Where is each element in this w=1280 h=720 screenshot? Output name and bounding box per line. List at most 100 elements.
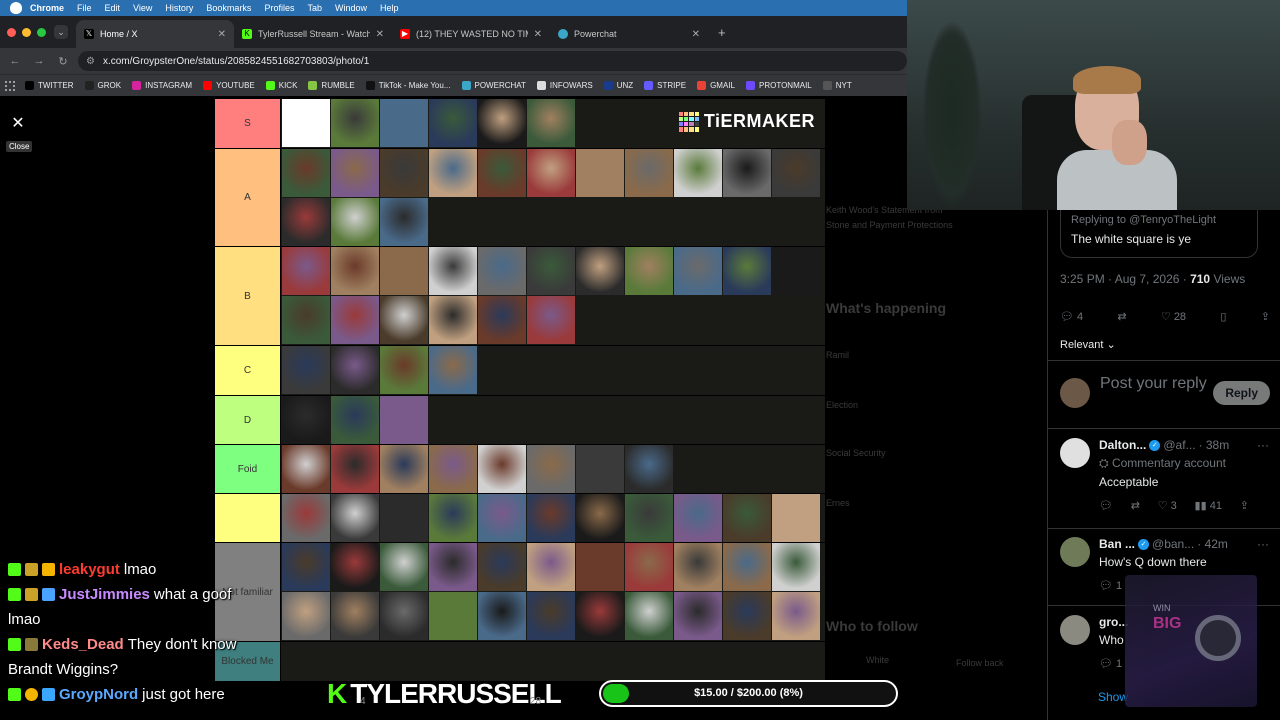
tier-label: C — [215, 346, 281, 395]
views-label: Views — [1210, 272, 1246, 286]
goal-text: $15.00 / $200.00 (8%) — [694, 687, 803, 699]
more-icon[interactable]: ··· — [1257, 537, 1269, 551]
bookmark-protonmail[interactable]: PROTONMAIL — [745, 81, 812, 90]
chevron-down-icon: ⌄ — [1103, 339, 1116, 351]
bookmark-youtube[interactable]: YOUTUBE — [203, 81, 255, 90]
faded-text: Stone and Payment Protections — [826, 220, 953, 230]
like-action[interactable]: ♡ 3 — [1158, 499, 1177, 512]
reply-button[interactable]: Reply — [1213, 381, 1270, 405]
bookmark-grok[interactable]: GROK — [84, 81, 121, 90]
chat-username[interactable]: JustJimmies — [59, 586, 150, 603]
close-viewer-icon[interactable]: ✕ — [9, 115, 27, 133]
faded-text: Ramil — [826, 350, 850, 360]
tab-powerchat[interactable]: Powerchat ✕ — [550, 20, 708, 48]
bookmark-unz[interactable]: UNZ — [603, 81, 633, 90]
kick-badge-icon — [8, 638, 21, 651]
new-tab-icon[interactable]: + — [718, 25, 726, 40]
avatar[interactable] — [1060, 537, 1090, 567]
bookmark-infowars[interactable]: INFOWARS — [536, 81, 593, 90]
reply-input[interactable]: Post your reply — [1100, 375, 1213, 411]
bookmark-favicon-icon — [25, 81, 34, 90]
menu-view[interactable]: View — [133, 3, 152, 13]
apps-grid-icon[interactable] — [5, 80, 15, 91]
forward-icon[interactable]: → — [30, 55, 48, 67]
close-tab-icon[interactable]: ✕ — [218, 29, 226, 40]
tab-youtube[interactable]: ▶ (12) THEY WASTED NO TIME ✕ — [392, 20, 550, 48]
repost-icon[interactable]: ⇄ — [1117, 310, 1126, 323]
menu-window[interactable]: Window — [335, 3, 367, 13]
share-icon[interactable]: ⇪ — [1240, 499, 1249, 512]
menu-profiles[interactable]: Profiles — [264, 3, 294, 13]
sort-dropdown[interactable]: Relevant ⌄ — [1060, 338, 1116, 351]
kick-badge-icon — [8, 588, 21, 601]
chat-username[interactable]: Keds_Dead — [42, 636, 124, 653]
like-action[interactable]: ♡ 28 — [1161, 310, 1186, 324]
tab-home-x[interactable]: 𝕏 Home / X ✕ — [76, 20, 234, 48]
close-tab-icon[interactable]: ✕ — [376, 29, 384, 40]
reply-icon: 💬︎ — [1060, 311, 1074, 323]
views-action[interactable]: ▮▮ 41 — [1195, 499, 1222, 512]
chat-username[interactable]: GroypNord — [59, 686, 138, 703]
ad-text: BIG — [1153, 615, 1182, 632]
share-icon[interactable]: ⇪ — [1261, 310, 1270, 323]
menu-history[interactable]: History — [165, 3, 193, 13]
bookmark-kick[interactable]: KICK — [265, 81, 297, 90]
bookmark-powerchat[interactable]: POWERCHAT — [461, 81, 526, 90]
bookmark-icon[interactable]: ▯ — [1220, 310, 1226, 323]
repost-icon[interactable]: ⇄ — [1131, 499, 1140, 512]
bookmark-gmail[interactable]: GMAIL — [697, 81, 735, 90]
minimize-window-icon[interactable] — [22, 27, 31, 37]
back-icon[interactable]: ← — [6, 55, 24, 67]
tier-item-image — [380, 396, 428, 444]
toolbar: ← → ↻ ⚙ x.com/GroypsterOne/status/208582… — [0, 48, 907, 74]
reply-icon[interactable]: 💬︎ — [1099, 499, 1113, 512]
tab-search-chevron-icon[interactable]: ⌄ — [54, 25, 68, 39]
bookmark-nyt[interactable]: NYT — [822, 81, 852, 90]
tier-item-image — [380, 592, 428, 640]
address-bar[interactable]: ⚙ x.com/GroypsterOne/status/208582455168… — [78, 51, 907, 71]
menu-help[interactable]: Help — [380, 3, 399, 13]
reply-author[interactable]: Dalton... — [1099, 438, 1146, 452]
menu-file[interactable]: File — [77, 3, 92, 13]
chat-username[interactable]: leakygut — [59, 561, 120, 578]
coin-badge-icon — [25, 688, 38, 701]
menu-chrome[interactable]: Chrome — [30, 3, 64, 13]
bookmark-twitter[interactable]: TWITTER — [25, 81, 74, 90]
bookmark-tiktok-make-you[interactable]: TikTok - Make You... — [365, 81, 451, 90]
reply-action[interactable]: 💬︎ 1 — [1099, 579, 1122, 592]
faded-text: Social Security — [826, 448, 886, 458]
bookmark-stripe[interactable]: STRIPE — [644, 81, 686, 90]
tier-item-image — [772, 149, 820, 197]
apple-icon[interactable] — [10, 2, 22, 14]
menu-tab[interactable]: Tab — [307, 3, 322, 13]
quoted-reply[interactable]: Replying to @TenryoTheLight The white sq… — [1060, 210, 1258, 258]
reply-action[interactable]: 💬︎ 1 — [1099, 657, 1122, 670]
bookmark-instagram[interactable]: INSTAGRAM — [132, 81, 192, 90]
bookmark-favicon-icon — [536, 81, 546, 90]
tier-item-image — [429, 445, 477, 493]
site-info-icon[interactable]: ⚙ — [86, 56, 95, 67]
tier-row: Not familiar — [215, 543, 825, 642]
avatar[interactable] — [1060, 615, 1090, 645]
reply-action[interactable]: 💬︎ 4 — [1060, 310, 1083, 324]
bookmark-label: STRIPE — [657, 81, 687, 90]
tier-row: D — [215, 396, 825, 445]
kick-logo-icon: K — [242, 29, 252, 39]
reply-author[interactable]: gro... — [1099, 615, 1128, 629]
maximize-window-icon[interactable] — [37, 27, 46, 37]
avatar[interactable] — [1060, 438, 1090, 468]
bookmark-rumble[interactable]: RUMBLE — [308, 81, 355, 90]
close-tab-icon[interactable]: ✕ — [534, 29, 542, 40]
close-tab-icon[interactable]: ✕ — [692, 29, 700, 40]
more-icon[interactable]: ··· — [1257, 438, 1269, 452]
menu-bookmarks[interactable]: Bookmarks — [206, 3, 251, 13]
reply-author[interactable]: Ban ... — [1099, 537, 1135, 551]
close-window-icon[interactable] — [7, 27, 16, 37]
show-more-link[interactable]: Show — [1098, 690, 1128, 704]
reload-icon[interactable]: ↻ — [54, 55, 72, 68]
menu-edit[interactable]: Edit — [105, 3, 121, 13]
commentary-icon: ⛭ — [1099, 456, 1112, 470]
tier-item-image — [478, 592, 526, 640]
url-text: x.com/GroypsterOne/status/20858245516827… — [102, 55, 370, 67]
tab-kick-stream[interactable]: K TylerRussell Stream - Watch L ✕ — [234, 20, 392, 48]
